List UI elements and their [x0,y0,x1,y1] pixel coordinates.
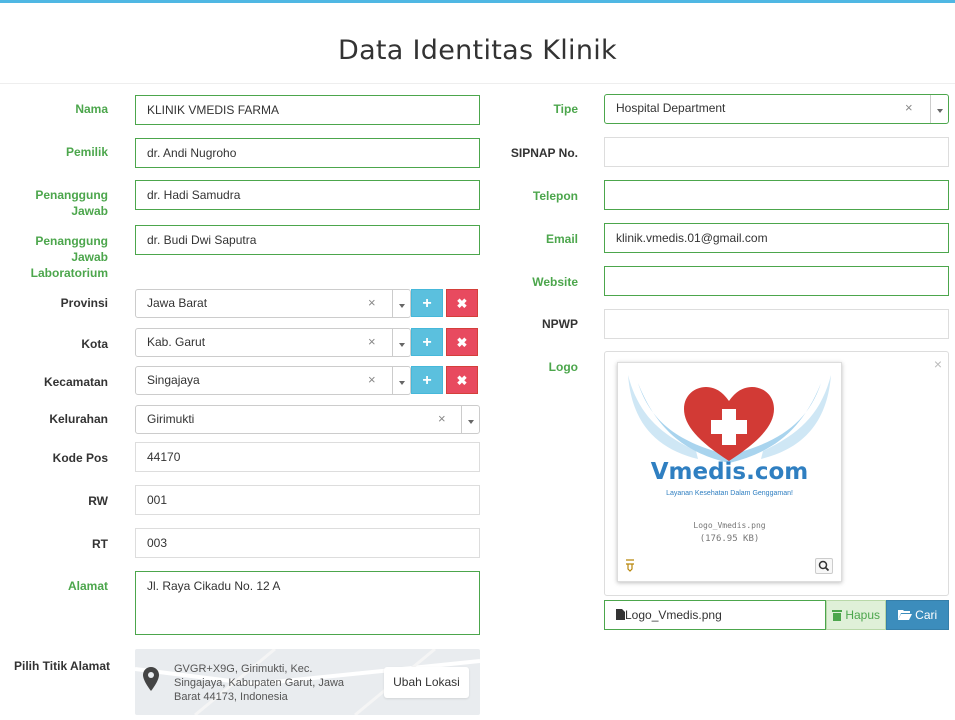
trash-icon [831,610,842,621]
add-kecamatan-button[interactable]: + [411,366,443,394]
chevron-down-icon[interactable] [930,95,949,123]
file-name-text: Logo_Vmedis.png [625,608,722,622]
map-preview[interactable]: GVGR+X9G, Girimukti, Kec. Singajaya, Kab… [135,649,480,715]
label-penanggung-jawab: Penanggung Jawab [35,188,108,218]
clear-icon[interactable]: × [438,411,446,426]
kota-select[interactable]: Kab. Garut × [135,328,411,357]
label-penanggung-jawab-lab: Penanggung Jawab Laboratorium [30,234,108,280]
label-kota: Kota [81,337,108,351]
remove-kecamatan-button[interactable]: ✖ [446,366,478,394]
logo-tagline: Layanan Kesehatan Dalam Genggaman! [666,490,793,497]
thumb-file-name: Logo_Vmedis.png [693,521,766,530]
email-field[interactable]: klinik.vmedis.01@gmail.com [604,223,949,253]
logo-thumbnail: Vmedis.com Layanan Kesehatan Dalam Gengg… [617,362,842,582]
label-nama: Nama [75,102,108,116]
label-logo: Logo [548,360,578,374]
label-pilih-titik: Pilih Titik Alamat [14,659,111,673]
label-pemilik: Pemilik [65,145,108,159]
kecamatan-value: Singajaya [147,373,200,387]
logo-brand-text: Vmedis.com [650,459,809,485]
drag-handle-icon[interactable] [624,558,636,572]
tipe-value: Hospital Department [616,101,726,115]
label-kecamatan: Kecamatan [43,375,108,389]
nama-field[interactable]: KLINIK VMEDIS FARMA [135,95,480,125]
remove-kota-button[interactable]: ✖ [446,328,478,356]
thumb-file-size: (176.95 KB) [699,534,760,544]
zoom-in-icon[interactable] [815,558,833,574]
npwp-field[interactable] [604,309,949,339]
telepon-field[interactable] [604,180,949,210]
sipnap-field[interactable] [604,137,949,167]
kecamatan-select[interactable]: Singajaya × [135,366,411,395]
label-rt: RT [92,537,108,551]
label-alamat: Alamat [67,579,108,593]
remove-provinsi-button[interactable]: ✖ [446,289,478,317]
clear-icon[interactable]: × [368,372,376,387]
label-rw: RW [88,494,108,508]
clear-icon[interactable]: × [905,100,913,115]
pemilik-field[interactable]: dr. Andi Nugroho [135,138,480,168]
title-bar: Data Identitas Klinik [0,3,955,84]
clear-icon[interactable]: × [368,334,376,349]
provinsi-select[interactable]: Jawa Barat × [135,289,411,318]
file-icon [616,609,625,620]
label-provinsi: Provinsi [60,296,108,310]
file-input-group: Logo_Vmedis.png Hapus Cari [604,600,949,630]
penanggung-jawab-field[interactable]: dr. Hadi Samudra [135,180,480,210]
cari-label: Cari [915,608,938,622]
hapus-button[interactable]: Hapus [826,600,886,630]
clear-icon[interactable]: × [368,295,376,310]
page-title: Data Identitas Klinik [337,35,617,66]
chevron-down-icon[interactable] [392,367,411,394]
cari-button[interactable]: Cari [886,600,949,630]
penanggung-jawab-lab-field[interactable]: dr. Budi Dwi Saputra [135,225,480,255]
label-sipnap: SIPNAP No. [510,146,578,160]
kelurahan-select[interactable]: Girimukti × [135,405,480,434]
add-provinsi-button[interactable]: + [411,289,443,317]
label-telepon: Telepon [532,189,578,203]
website-field[interactable] [604,266,949,296]
map-address: GVGR+X9G, Girimukti, Kec. Singajaya, Kab… [174,663,345,703]
add-kota-button[interactable]: + [411,328,443,356]
label-tipe: Tipe [553,102,578,116]
label-website: Website [532,275,578,289]
folder-open-icon [897,610,912,620]
label-kode-pos: Kode Pos [52,451,108,465]
chevron-down-icon[interactable] [392,290,411,317]
label-email: Email [545,232,578,246]
chevron-down-icon[interactable] [461,406,480,433]
label-npwp: NPWP [542,317,578,331]
alamat-textarea[interactable]: Jl. Raya Cikadu No. 12 A [135,571,480,635]
logo-upload-preview: × Vmedis.com Layanan Kesehatan Dalam Gen… [604,351,949,596]
label-kelurahan: Kelurahan [49,412,108,426]
rt-field[interactable]: 003 [135,528,480,558]
rw-field[interactable]: 001 [135,485,480,515]
chevron-down-icon[interactable] [392,329,411,356]
kode-pos-field[interactable]: 44170 [135,442,480,472]
tipe-select[interactable]: Hospital Department × [604,94,949,124]
map-pin-icon [143,667,159,691]
kota-value: Kab. Garut [147,335,206,349]
provinsi-value: Jawa Barat [147,296,208,310]
close-icon[interactable]: × [934,356,942,372]
file-name-field[interactable]: Logo_Vmedis.png [604,600,826,630]
hapus-label: Hapus [845,608,881,622]
ubah-lokasi-button[interactable]: Ubah Lokasi [384,667,469,698]
kelurahan-value: Girimukti [147,412,195,426]
